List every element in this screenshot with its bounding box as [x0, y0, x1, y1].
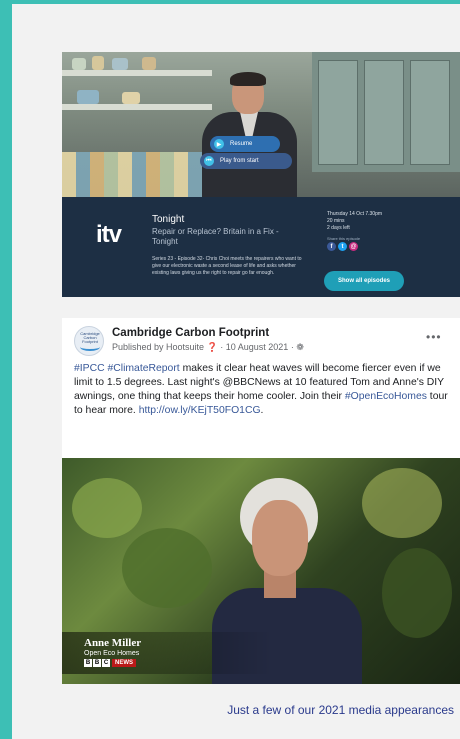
itv-video-thumbnail[interactable]: ▶ Resume ⏮ Play from start [62, 52, 460, 202]
show-description: Series 23 - Episode 32- Chris Choi meets… [152, 256, 302, 276]
kitchen-jar [72, 58, 86, 70]
foliage [362, 468, 442, 538]
hashtag-openecohomes[interactable]: #OpenEcoHomes [345, 391, 427, 402]
show-subtitle: Repair or Replace? Britain in a Fix - To… [152, 227, 279, 246]
post-text-part: . [260, 405, 264, 416]
kitchen-tiles [62, 152, 222, 197]
facebook-icon[interactable]: f [327, 242, 336, 251]
kitchen-jar [92, 56, 104, 70]
avatar[interactable]: Cambridge Carbon Footprint [74, 326, 104, 356]
hashtag-ipcc[interactable]: #IPCC [74, 363, 105, 374]
social-post-card: Cambridge Carbon Footprint Cambridge Car… [62, 318, 460, 684]
play-from-start-label: Play from start [220, 158, 259, 164]
show-all-episodes-button[interactable]: Show all episodes [324, 271, 404, 291]
bbc-letter: C [102, 659, 110, 667]
lower-third-name: Anne Miller [84, 637, 142, 649]
interviewee-face [252, 500, 308, 576]
broadcast-meta: Thursday 14 Oct 7.30pm 20 mins 2 days le… [327, 211, 417, 232]
show-title: Tonight [152, 214, 185, 225]
kitchen-cupboard [312, 52, 460, 172]
broadcast-duration: 20 mins [327, 218, 345, 224]
post-published-info: Published by Hootsuite ❓ · 10 August 202… [112, 342, 304, 352]
kitchen-jar [142, 57, 156, 70]
twitter-icon[interactable]: t [338, 242, 347, 251]
cupboard-door [364, 60, 404, 165]
foliage [122, 528, 212, 608]
broadcast-date: Thursday 14 Oct 7.30pm [327, 211, 383, 217]
post-body: #IPCC #ClimateReport makes it clear heat… [74, 362, 454, 418]
kitchen-jar [77, 90, 99, 104]
broadcast-remaining: 2 days left [327, 225, 350, 231]
post-video-still[interactable]: Anne Miller Open Eco Homes B B C NEWS [62, 458, 460, 684]
cupboard-door [318, 60, 358, 165]
resume-button[interactable]: ▶ Resume [210, 136, 280, 152]
kitchen-shelf [62, 70, 212, 76]
foliage [72, 478, 142, 538]
itv-info-panel: itv Tonight Repair or Replace? Britain i… [62, 197, 460, 297]
post-link[interactable]: http://ow.ly/KEjT50FO1CG [139, 405, 261, 416]
bbc-letter: B [93, 659, 101, 667]
kitchen-jar [112, 58, 128, 70]
kitchen-jar [122, 92, 140, 104]
hashtag-climatereport[interactable]: #ClimateReport [108, 363, 180, 374]
lower-third-org: Open Eco Homes [84, 650, 140, 657]
bbc-news-logo: B B C NEWS [84, 659, 136, 667]
top-accent-bar [0, 0, 460, 4]
logo-swoosh-icon [80, 343, 100, 351]
left-accent-bar [0, 0, 12, 739]
kitchen-shelf [62, 104, 212, 110]
cupboard-door [410, 60, 450, 165]
share-label: Share this episode [327, 236, 361, 241]
email-icon[interactable]: @ [349, 242, 358, 251]
play-from-start-button[interactable]: ⏮ Play from start [200, 153, 292, 169]
presenter-hair [230, 72, 266, 86]
resume-label: Resume [230, 141, 253, 147]
itv-logo: itv [96, 221, 122, 248]
post-author[interactable]: Cambridge Carbon Footprint [112, 327, 269, 339]
bbc-letter: B [84, 659, 92, 667]
restart-icon: ⏮ [204, 156, 214, 166]
more-options-icon[interactable]: ••• [426, 330, 442, 344]
foliage [382, 548, 452, 638]
media-caption: Just a few of our 2021 media appearances [227, 703, 454, 717]
bbc-news-label: NEWS [112, 659, 136, 667]
itv-video-card[interactable]: ▶ Resume ⏮ Play from start itv Tonight R… [62, 52, 460, 297]
play-icon: ▶ [214, 139, 224, 149]
